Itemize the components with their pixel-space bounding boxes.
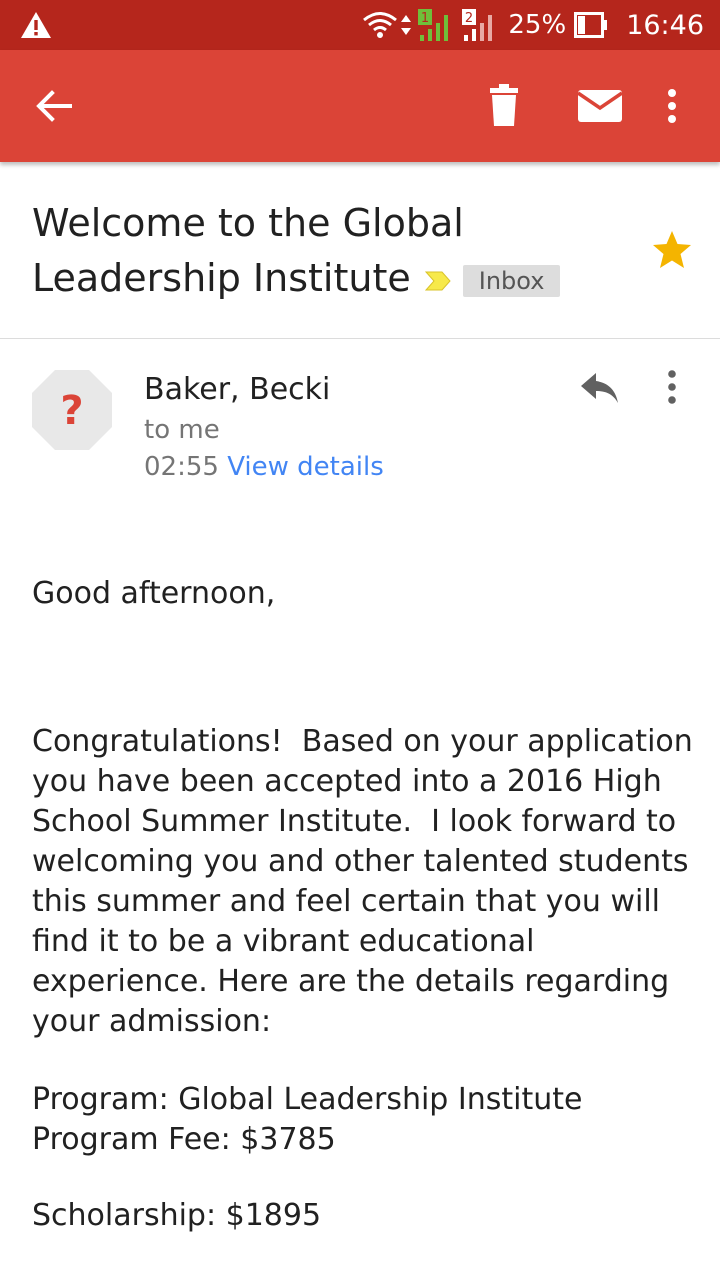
- battery-percent: 25%: [508, 10, 567, 40]
- battery-icon: [574, 12, 608, 38]
- divider: [0, 338, 720, 339]
- recipient-line: to me: [144, 415, 220, 445]
- signal-sim2-icon: 2: [462, 9, 493, 41]
- status-bar: 1 2 25% 16:46: [0, 0, 720, 50]
- app-bar: [0, 50, 720, 162]
- message-time: 02:55: [144, 452, 219, 482]
- label-chip-inbox[interactable]: Inbox: [462, 264, 561, 297]
- more-vert-icon[interactable]: [656, 80, 688, 132]
- clock: 16:46: [626, 9, 704, 41]
- sender-avatar[interactable]: ?: [32, 370, 112, 450]
- star-icon[interactable]: [650, 228, 694, 272]
- greeting: Good afternoon,: [32, 576, 276, 611]
- mail-icon[interactable]: [574, 80, 626, 132]
- sender-name: Baker, Becki: [144, 372, 331, 407]
- fee-line: Program Fee: $3785: [32, 1122, 336, 1157]
- signal-sim1-icon: 1: [418, 9, 449, 41]
- back-arrow-icon[interactable]: [28, 80, 80, 132]
- importance-marker-icon[interactable]: [423, 266, 453, 296]
- email-subject: Welcome to the Global Leadership Institu…: [32, 196, 592, 306]
- scholarship-line: Scholarship: $1895: [32, 1198, 322, 1233]
- reply-icon[interactable]: [576, 368, 622, 408]
- view-details-link[interactable]: View details: [227, 452, 384, 482]
- avatar-glyph: ?: [60, 388, 83, 434]
- sim2-label: 2: [465, 11, 473, 26]
- data-arrows-icon: [401, 15, 412, 35]
- trash-icon[interactable]: [478, 80, 530, 132]
- warning-icon: [21, 12, 51, 38]
- program-line: Program: Global Leadership Institute: [32, 1082, 583, 1117]
- subject-text: Welcome to the Global Leadership Institu…: [32, 201, 464, 300]
- body-paragraph: Congratulations! Based on your applicati…: [32, 724, 703, 1039]
- message-body: Good afternoon, Congratulations! Based o…: [32, 574, 702, 1236]
- message-meta: 02:55 View details: [144, 452, 384, 482]
- message-more-icon[interactable]: [656, 368, 688, 408]
- sim1-label: 1: [421, 11, 429, 26]
- wifi-icon: [363, 12, 398, 38]
